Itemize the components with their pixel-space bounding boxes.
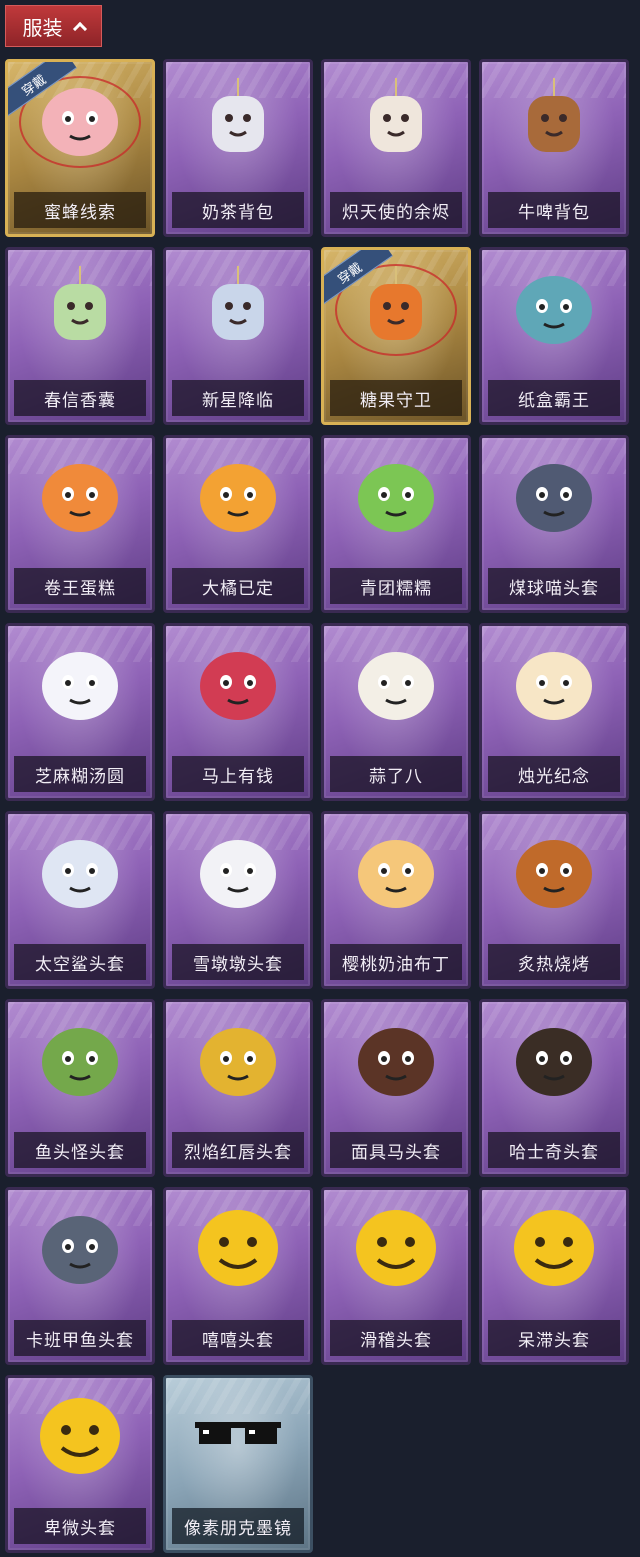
bee-costume-icon: [34, 78, 126, 162]
costume-name: 炙热烧烤: [488, 944, 620, 980]
green-dumpling-icon: [350, 454, 442, 538]
costume-card[interactable]: 穿戴 糖果守卫: [321, 247, 471, 425]
costume-card[interactable]: 炽天使的余烬: [321, 59, 471, 237]
grilled-meat-icon: [508, 830, 600, 914]
costume-name: 芝麻糊汤圆: [14, 756, 146, 792]
red-horse-icon: [192, 642, 284, 726]
costume-card[interactable]: 雪墩墩头套: [163, 811, 313, 989]
pixel-sunglasses-icon: [192, 1394, 284, 1478]
costume-name: 炽天使的余烬: [330, 192, 462, 228]
costume-card[interactable]: 鱼头怪头套: [5, 999, 155, 1177]
costume-card[interactable]: 呆滞头套: [479, 1187, 629, 1365]
roll-cake-icon: [34, 454, 126, 538]
costume-card[interactable]: 炙热烧烤: [479, 811, 629, 989]
costume-card[interactable]: 面具马头套: [321, 999, 471, 1177]
costume-name: 樱桃奶油布丁: [330, 944, 462, 980]
costume-name: 雪墩墩头套: [172, 944, 304, 980]
costume-card[interactable]: 嘻嘻头套: [163, 1187, 313, 1365]
costume-card[interactable]: 滑稽头套: [321, 1187, 471, 1365]
cow-beer-backpack-icon: [508, 78, 600, 162]
costume-card[interactable]: 烈焰红唇头套: [163, 999, 313, 1177]
costume-name: 哈士奇头套: [488, 1132, 620, 1168]
costume-name: 鱼头怪头套: [14, 1132, 146, 1168]
costume-card[interactable]: 卑微头套: [5, 1375, 155, 1553]
rice-ball-icon: [34, 642, 126, 726]
costume-name: 煤球喵头套: [488, 568, 620, 604]
costume-card[interactable]: 大橘已定: [163, 435, 313, 613]
smirk-emoji-head-icon: [350, 1206, 442, 1290]
costume-grid: 穿戴 蜜蜂线索 奶茶背包 炽天使的余烬 牛啤背包 春信香囊 新星降临 穿戴 糖果…: [0, 0, 640, 1557]
costume-card[interactable]: 马上有钱: [163, 623, 313, 801]
costume-name: 蜜蜂线索: [14, 192, 146, 228]
costume-card[interactable]: 纸盒霸王: [479, 247, 629, 425]
costume-card[interactable]: 烛光纪念: [479, 623, 629, 801]
costume-name: 面具马头套: [330, 1132, 462, 1168]
costume-name: 大橘已定: [172, 568, 304, 604]
box-dino-icon: [508, 266, 600, 350]
costume-card[interactable]: 穿戴 蜜蜂线索: [5, 59, 155, 237]
seraph-doll-icon: [350, 78, 442, 162]
horse-mask-icon: [350, 1018, 442, 1102]
fish-head-icon: [34, 1206, 126, 1290]
costume-name: 像素朋克墨镜: [172, 1508, 304, 1544]
costume-name: 嘻嘻头套: [172, 1320, 304, 1356]
costume-name: 烈焰红唇头套: [172, 1132, 304, 1168]
costume-name: 滑稽头套: [330, 1320, 462, 1356]
costume-name: 卑微头套: [14, 1508, 146, 1544]
garlic-head-icon: [350, 642, 442, 726]
black-cat-head-icon: [508, 454, 600, 538]
humble-emoji-head-icon: [34, 1394, 126, 1478]
costume-name: 新星降临: [172, 380, 304, 416]
costume-name: 奶茶背包: [172, 192, 304, 228]
yellow-mask-icon: [192, 1018, 284, 1102]
costume-card[interactable]: 奶茶背包: [163, 59, 313, 237]
costume-card[interactable]: 卷王蛋糕: [5, 435, 155, 613]
costume-card[interactable]: 牛啤背包: [479, 59, 629, 237]
costume-card[interactable]: 卡班甲鱼头套: [5, 1187, 155, 1365]
pumpkin-charm-icon: [350, 266, 442, 350]
orange-head-icon: [192, 454, 284, 538]
costume-name: 纸盒霸王: [488, 380, 620, 416]
costume-name: 烛光纪念: [488, 756, 620, 792]
costume-name: 卷王蛋糕: [14, 568, 146, 604]
costume-card[interactable]: 春信香囊: [5, 247, 155, 425]
snowman-head-icon: [192, 830, 284, 914]
costume-card[interactable]: 樱桃奶油布丁: [321, 811, 471, 989]
costume-card[interactable]: 芝麻糊汤圆: [5, 623, 155, 801]
shark-head-icon: [34, 830, 126, 914]
fish-monster-head-icon: [34, 1018, 126, 1102]
costume-name: 青团糯糯: [330, 568, 462, 604]
pudding-head-icon: [350, 830, 442, 914]
costume-name: 卡班甲鱼头套: [14, 1320, 146, 1356]
costume-card[interactable]: 太空鲨头套: [5, 811, 155, 989]
costume-name: 太空鲨头套: [14, 944, 146, 980]
costume-name: 呆滞头套: [488, 1320, 620, 1356]
costume-name: 糖果守卫: [330, 380, 462, 416]
costume-card[interactable]: 煤球喵头套: [479, 435, 629, 613]
costume-card[interactable]: 像素朋克墨镜: [163, 1375, 313, 1553]
dazed-emoji-head-icon: [508, 1206, 600, 1290]
husky-head-icon: [508, 1018, 600, 1102]
sachet-icon: [34, 266, 126, 350]
costume-card[interactable]: 蒜了八: [321, 623, 471, 801]
grin-emoji-head-icon: [192, 1206, 284, 1290]
costume-card[interactable]: 新星降临: [163, 247, 313, 425]
milk-tea-backpack-icon: [192, 78, 284, 162]
costume-name: 春信香囊: [14, 380, 146, 416]
candle-head-icon: [508, 642, 600, 726]
costume-name: 马上有钱: [172, 756, 304, 792]
costume-name: 牛啤背包: [488, 192, 620, 228]
costume-name: 蒜了八: [330, 756, 462, 792]
costume-card[interactable]: 哈士奇头套: [479, 999, 629, 1177]
costume-card[interactable]: 青团糯糯: [321, 435, 471, 613]
star-doll-icon: [192, 266, 284, 350]
